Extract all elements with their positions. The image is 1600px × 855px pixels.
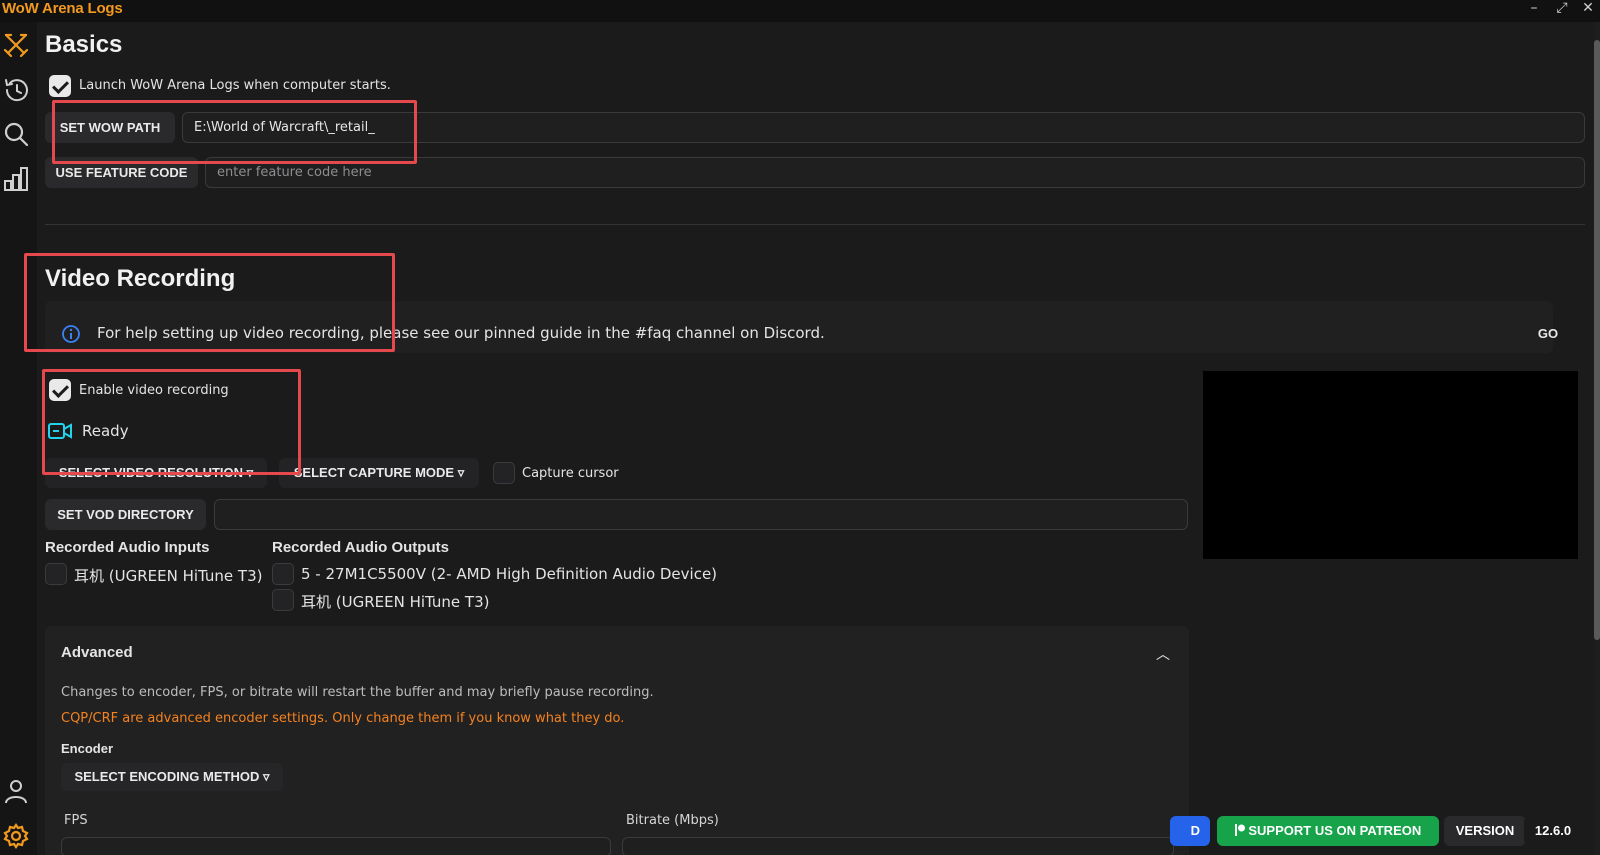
chevron-up-icon[interactable]: ︿	[1156, 644, 1170, 664]
set-vod-directory-button[interactable]: SET VOD DIRECTORY	[45, 499, 206, 530]
select-capture-mode-button[interactable]: SELECT CAPTURE MODE ▿	[279, 458, 479, 488]
select-capture-mode-label: SELECT CAPTURE MODE	[293, 465, 455, 480]
advanced-title: Advanced	[61, 644, 133, 661]
audio-input-label: 耳机 (UGREEN HiTune T3)	[74, 567, 263, 585]
select-video-resolution-button[interactable]: SELECT VIDEO RESOLUTION ▿	[45, 458, 267, 488]
select-encoding-method-button[interactable]: SELECT ENCODING METHOD ▿	[61, 763, 283, 791]
section-divider	[45, 224, 1585, 225]
audio-output-checkbox-2[interactable]	[272, 589, 294, 611]
wow-path-input[interactable]: E:\World of Warcraft\_retail_	[182, 112, 1585, 143]
patreon-label: SUPPORT US ON PATREON	[1248, 823, 1422, 838]
chevron-down-icon: ▿	[246, 465, 254, 480]
select-video-resolution-label: SELECT VIDEO RESOLUTION	[58, 465, 244, 480]
capture-cursor-label: Capture cursor	[522, 466, 619, 481]
user-icon[interactable]	[2, 777, 30, 805]
chevron-down-icon: ▿	[457, 465, 465, 480]
audio-output-label-1: 5 - 27M1C5500V (2- AMD High Definition A…	[301, 565, 718, 583]
version-number: 12.6.0	[1524, 816, 1582, 846]
info-banner-text: For help setting up video recording, ple…	[97, 324, 825, 342]
advanced-warning: CQP/CRF are advanced encoder settings. O…	[61, 711, 625, 726]
enable-video-checkbox[interactable]	[49, 379, 71, 401]
video-camera-icon	[48, 423, 72, 439]
select-encoding-method-label: SELECT ENCODING METHOD	[74, 769, 260, 784]
audio-output-checkbox-1[interactable]	[272, 563, 294, 585]
patreon-icon	[1234, 817, 1245, 836]
basics-title: Basics	[45, 31, 123, 58]
info-go-button[interactable]: GO	[1529, 320, 1567, 348]
video-recording-title: Video Recording	[45, 265, 236, 292]
audio-output-label-2: 耳机 (UGREEN HiTune T3)	[301, 593, 490, 611]
maximize-button[interactable]: ⤢	[1550, 0, 1574, 18]
bitrate-input[interactable]	[622, 837, 1174, 855]
version-label: VERSION	[1444, 816, 1526, 846]
capture-cursor-checkbox[interactable]	[493, 462, 515, 484]
close-button[interactable]: ✕	[1576, 0, 1600, 18]
set-wow-path-button[interactable]: SET WOW PATH	[45, 112, 175, 143]
launch-on-start-label: Launch WoW Arena Logs when computer star…	[79, 78, 391, 93]
title-bar	[0, 0, 1600, 22]
bar-chart-icon[interactable]	[2, 165, 30, 193]
launch-on-start-checkbox[interactable]	[49, 75, 71, 97]
discord-button[interactable]: D	[1170, 816, 1210, 846]
audio-outputs-title: Recorded Audio Outputs	[272, 539, 449, 556]
fps-input[interactable]	[61, 837, 611, 855]
use-feature-code-button[interactable]: USE FEATURE CODE	[45, 157, 198, 188]
feature-code-input[interactable]: enter feature code here	[205, 157, 1585, 188]
vod-directory-input[interactable]	[214, 499, 1188, 530]
patreon-button[interactable]: SUPPORT US ON PATREON	[1217, 816, 1439, 846]
scrollbar-thumb[interactable]	[1594, 40, 1600, 640]
gear-icon[interactable]	[2, 822, 30, 850]
advanced-panel	[45, 626, 1189, 855]
fps-label: FPS	[64, 813, 88, 828]
audio-input-checkbox[interactable]	[45, 563, 67, 585]
history-icon[interactable]	[2, 76, 30, 104]
crossed-swords-icon[interactable]	[2, 31, 30, 59]
app-title: WoW Arena Logs	[2, 0, 123, 17]
enable-video-label: Enable video recording	[79, 383, 229, 398]
encoder-label: Encoder	[61, 741, 114, 756]
video-preview	[1203, 371, 1578, 559]
minimize-button[interactable]: –	[1522, 0, 1546, 18]
chevron-down-icon: ▿	[263, 769, 270, 784]
bitrate-label: Bitrate (Mbps)	[626, 813, 719, 828]
recording-status: Ready	[82, 422, 129, 440]
advanced-note: Changes to encoder, FPS, or bitrate will…	[61, 685, 654, 700]
info-icon	[62, 325, 80, 343]
search-icon[interactable]	[2, 120, 30, 148]
audio-inputs-title: Recorded Audio Inputs	[45, 539, 210, 556]
